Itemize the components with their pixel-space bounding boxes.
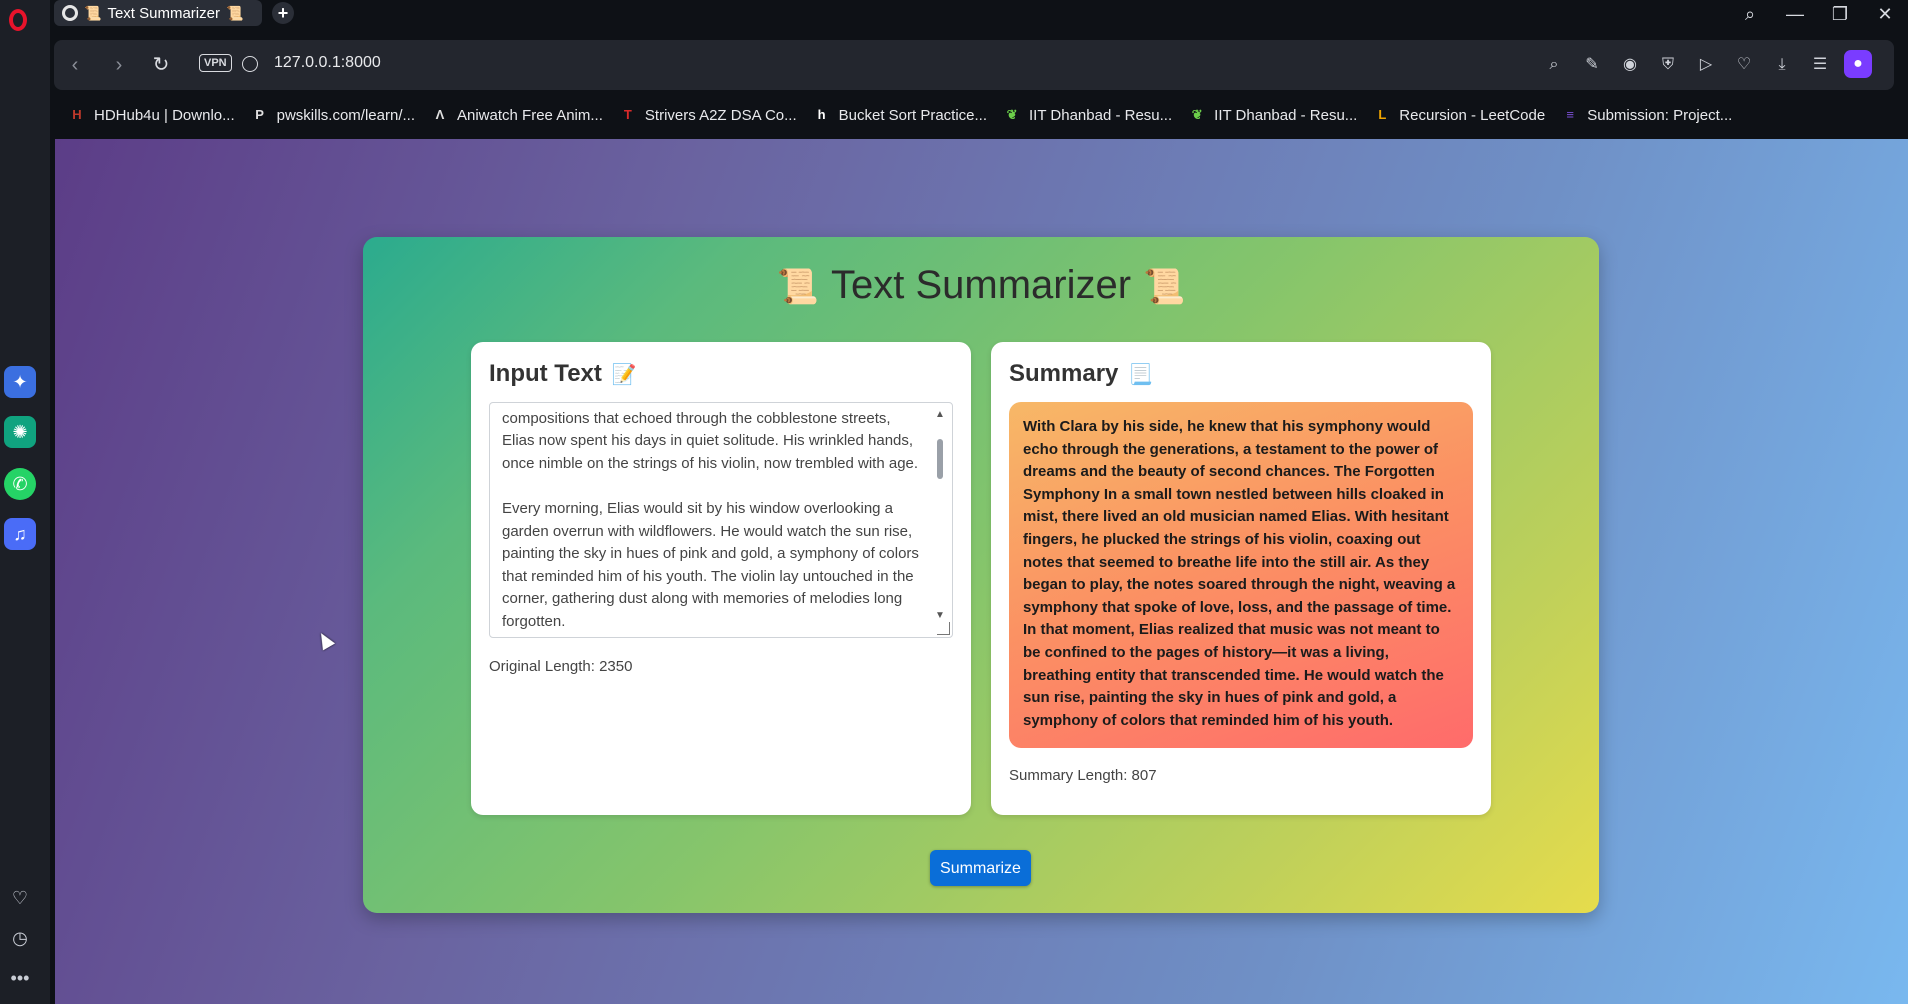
tab-favicon-icon — [62, 5, 78, 21]
input-panel: Input Text 📝 lived an old musician named … — [471, 342, 971, 815]
scroll-icon: 📜 — [1143, 268, 1186, 307]
bookmark-label: HDHub4u | Downlo... — [94, 106, 235, 124]
site-info-icon[interactable] — [242, 56, 258, 72]
heart-icon[interactable]: ♡ — [8, 886, 32, 910]
input-textarea[interactable]: lived an old musician named Elias. Once … — [489, 402, 953, 638]
page-title: 📜 Text Summarizer 📜 — [363, 263, 1599, 308]
bookmark-item[interactable]: T Strivers A2Z DSA Co... — [619, 106, 797, 124]
bookmark-item[interactable]: Λ Aniwatch Free Anim... — [431, 106, 603, 124]
new-tab-button[interactable]: + — [272, 2, 294, 24]
shield-icon[interactable]: ⛨ — [1656, 53, 1680, 77]
resize-handle-icon[interactable] — [937, 622, 950, 635]
aria-icon[interactable]: ✦ — [4, 366, 36, 398]
bookmark-label: Aniwatch Free Anim... — [457, 106, 603, 124]
close-window-button[interactable]: ✕ — [1865, 0, 1905, 28]
bookmark-label: IIT Dhanbad - Resu... — [1214, 106, 1358, 124]
summary-panel: Summary 📃 With Clara by his side, he knew… — [991, 342, 1491, 815]
music-player-icon[interactable]: ♫ — [4, 518, 36, 550]
page-icon: 📃 — [1128, 364, 1154, 387]
history-icon[interactable]: ◷ — [8, 926, 32, 950]
bookmark-item[interactable]: ❦ IIT Dhanbad - Resu... — [1003, 106, 1173, 124]
scroll-icon: 📜 — [776, 268, 819, 307]
summarize-button[interactable]: Summarize — [930, 850, 1031, 886]
tab-text-summarizer[interactable]: 📜 Text Summarizer 📜 — [54, 0, 262, 26]
send-icon[interactable]: ▷ — [1694, 53, 1718, 77]
scroll-up-icon[interactable]: ▲ — [934, 409, 946, 420]
summary-length: Summary Length: 807 — [1009, 767, 1157, 784]
reload-icon[interactable]: ↻ — [150, 54, 172, 76]
bookmark-favicon-icon: L — [1378, 107, 1387, 122]
bookmark-item[interactable]: ❦ IIT Dhanbad - Resu... — [1188, 106, 1358, 124]
camera-icon[interactable]: ◉ — [1618, 53, 1642, 77]
bookmark-item[interactable]: L Recursion - LeetCode — [1373, 106, 1545, 124]
restore-button[interactable]: ❐ — [1820, 0, 1860, 28]
summarizer-card: 📜 Text Summarizer 📜 Input Text 📝 lived an o… — [363, 237, 1599, 913]
search-tabs-icon[interactable]: ⌕ — [1730, 0, 1770, 28]
bookmark-favicon-icon: h — [817, 107, 826, 122]
bookmark-item[interactable]: h Bucket Sort Practice... — [813, 106, 987, 124]
tab-title: Text Summarizer — [107, 4, 220, 22]
bookmark-label: Bucket Sort Practice... — [838, 106, 988, 124]
scroll-icon: 📜 — [225, 4, 244, 21]
original-length: Original Length: 2350 — [489, 658, 633, 675]
favorite-icon[interactable]: ♡ — [1732, 53, 1756, 77]
page-viewport: 📜 Text Summarizer 📜 Input Text 📝 lived an o… — [55, 139, 1908, 1004]
bookmark-favicon-icon: T — [623, 107, 632, 122]
memo-icon: 📝 — [611, 364, 637, 387]
bookmark-favicon-icon: H — [72, 107, 82, 122]
opera-logo-icon[interactable] — [9, 9, 27, 31]
page-title-text: Text Summarizer — [830, 263, 1132, 307]
tab-strip: 📜 Text Summarizer 📜 + ⌕ — ❐ ✕ — [50, 0, 1908, 38]
address-bar: ‹ › ↻ VPN 127.0.0.1:8000 ⌕ ✎ ◉ ⛨ ▷ ♡ ⤓ ☰… — [54, 40, 1894, 90]
profile-icon[interactable]: ● — [1844, 50, 1872, 78]
bookmark-label: pwskills.com/learn/... — [276, 106, 415, 124]
bookmark-favicon-icon: ❦ — [1191, 107, 1203, 122]
url-field[interactable]: 127.0.0.1:8000 — [274, 54, 381, 72]
download-icon[interactable]: ⤓ — [1770, 53, 1794, 77]
back-icon[interactable]: ‹ — [64, 54, 86, 76]
scrollbar-thumb[interactable] — [937, 439, 943, 479]
input-heading-text: Input Text — [489, 360, 602, 387]
scroll-icon: 📜 — [84, 4, 102, 21]
more-icon[interactable]: ••• — [8, 966, 32, 990]
input-text-content[interactable]: lived an old musician named Elias. Once … — [502, 403, 922, 634]
summary-heading: Summary 📃 — [1009, 360, 1153, 388]
minimize-button[interactable]: — — [1775, 0, 1815, 28]
whatsapp-icon[interactable]: ✆ — [4, 468, 36, 500]
bookmark-favicon-icon: Λ — [435, 107, 445, 122]
bookmark-favicon-icon: ❦ — [1006, 107, 1018, 122]
forward-icon[interactable]: › — [108, 54, 130, 76]
easy-setup-icon[interactable]: ☰ — [1808, 53, 1832, 77]
bookmark-favicon-icon: ≡ — [1566, 107, 1575, 122]
summary-output: With Clara by his side, he knew that his… — [1009, 402, 1473, 748]
lens-search-icon[interactable]: ⌕ — [1542, 53, 1566, 77]
bookmarks-bar: H HDHub4u | Downlo... Ppwskills.com/learn/… — [54, 96, 1908, 134]
bookmark-label: Recursion - LeetCode — [1399, 106, 1546, 124]
chatgpt-icon[interactable]: ✺ — [4, 416, 36, 448]
edit-icon[interactable]: ✎ — [1580, 53, 1604, 77]
input-heading: Input Text 📝 — [489, 360, 637, 388]
mouse-cursor-icon — [314, 629, 336, 651]
bookmark-item[interactable]: Ppwskills.com/learn/... — [251, 106, 415, 124]
summary-heading-text: Summary — [1009, 360, 1119, 387]
bookmark-label: Submission: Project... — [1587, 106, 1733, 124]
bookmark-label: IIT Dhanbad - Resu... — [1029, 106, 1173, 124]
bookmark-label: Strivers A2Z DSA Co... — [644, 106, 797, 124]
browser-sidebar: ✦ ✺ ✆ ♫ ♡ ◷ ••• — [0, 0, 50, 1004]
scroll-down-icon[interactable]: ▼ — [934, 610, 946, 621]
vpn-badge[interactable]: VPN — [199, 54, 232, 72]
bookmark-favicon-icon: P — [255, 107, 264, 122]
textarea-scrollbar[interactable]: ▲ ▼ — [934, 409, 946, 627]
bookmark-item[interactable]: H HDHub4u | Downlo... — [68, 106, 235, 124]
bookmark-item[interactable]: ≡ Submission: Project... — [1561, 106, 1732, 124]
